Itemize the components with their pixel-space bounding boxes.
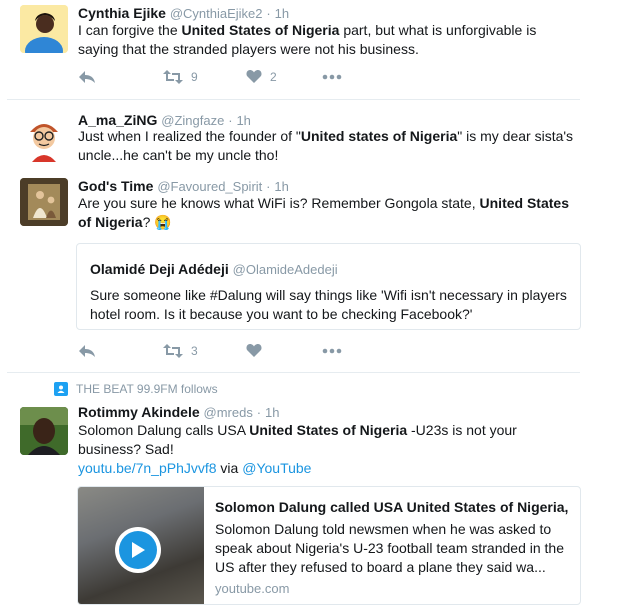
follows-icon bbox=[54, 382, 68, 396]
tweet-author-name[interactable]: Cynthia Ejike bbox=[78, 5, 166, 21]
tweet-text: Are you sure he knows what WiFi is? Reme… bbox=[78, 195, 569, 230]
tweet-timestamp[interactable]: 1h bbox=[236, 113, 250, 128]
like-icon bbox=[246, 70, 262, 83]
retweet-button[interactable]: 3 bbox=[163, 343, 198, 359]
like-button[interactable] bbox=[246, 343, 262, 358]
tweet-text: Just when I realized the founder of "Uni… bbox=[78, 128, 574, 163]
reply-icon bbox=[79, 345, 95, 357]
more-icon bbox=[322, 348, 342, 354]
link-card[interactable]: Solomon Dalung called USA United States … bbox=[77, 486, 581, 605]
separator-dot: · bbox=[228, 113, 233, 128]
avatar-zingfaze[interactable] bbox=[20, 114, 68, 162]
via-youtube-link[interactable]: @YouTube bbox=[242, 460, 311, 476]
card-domain: youtube.com bbox=[215, 581, 290, 596]
tweet-author-handle[interactable]: @mreds bbox=[204, 405, 253, 420]
retweet-count: 3 bbox=[191, 344, 198, 358]
reply-icon bbox=[79, 71, 95, 83]
avatar-favoured-spirit[interactable] bbox=[20, 178, 68, 226]
tweet-timestamp[interactable]: 1h bbox=[274, 179, 288, 194]
reply-button[interactable] bbox=[78, 69, 96, 85]
avatar-cynthia[interactable] bbox=[20, 5, 68, 53]
separator-dot: · bbox=[266, 6, 271, 21]
follows-context: THE BEAT 99.9FM follows bbox=[54, 382, 218, 396]
separator-dot: · bbox=[256, 405, 262, 420]
more-button[interactable] bbox=[322, 74, 342, 80]
tweet-author-handle[interactable]: @Favoured_Spirit bbox=[157, 179, 262, 194]
tweet-timestamp[interactable]: 1h bbox=[265, 405, 279, 420]
tweet-author-handle[interactable]: @Zingfaze bbox=[161, 113, 224, 128]
quoted-tweet[interactable]: Olamidé Deji Adédeji @OlamideAdedeji Sur… bbox=[76, 243, 581, 330]
follows-text[interactable]: THE BEAT 99.9FM follows bbox=[76, 382, 218, 396]
play-button[interactable] bbox=[115, 527, 161, 573]
retweet-button[interactable]: 9 bbox=[163, 69, 198, 85]
more-button[interactable] bbox=[322, 348, 342, 354]
tweet-author-name[interactable]: God's Time bbox=[78, 178, 153, 194]
tweet-author-name[interactable]: Rotimmy Akindele bbox=[78, 404, 200, 420]
retweet-icon bbox=[163, 344, 183, 358]
quoted-author-name: Olamidé Deji Adédeji bbox=[90, 261, 229, 277]
quoted-tweet-text: Sure someone like #Dalung will say thing… bbox=[90, 287, 567, 322]
retweet-count: 9 bbox=[191, 70, 198, 84]
tweet-actions: 9 2 bbox=[78, 68, 378, 88]
like-count: 2 bbox=[270, 69, 277, 84]
retweet-icon bbox=[163, 70, 183, 84]
tweet-divider bbox=[7, 99, 580, 100]
play-icon bbox=[132, 542, 145, 558]
tweet-text: I can forgive the United States of Niger… bbox=[78, 22, 537, 57]
card-thumbnail[interactable] bbox=[78, 487, 204, 604]
quoted-author-handle: @OlamideAdedeji bbox=[232, 262, 338, 277]
like-button[interactable]: 2 bbox=[246, 69, 277, 84]
tweet-text: Solomon Dalung calls USA United States o… bbox=[78, 422, 517, 476]
tweet-divider bbox=[7, 372, 580, 373]
like-icon bbox=[246, 344, 262, 357]
more-icon bbox=[322, 74, 342, 80]
avatar-mreds[interactable] bbox=[20, 407, 68, 455]
tweet-actions: 3 bbox=[78, 342, 378, 362]
tweet-author-name[interactable]: A_ma_ZiNG bbox=[78, 112, 157, 128]
card-title: Solomon Dalung called USA United States … bbox=[215, 499, 569, 515]
tweet-timestamp[interactable]: 1h bbox=[275, 6, 289, 21]
separator-dot: · bbox=[266, 179, 271, 194]
card-description: Solomon Dalung told newsmen when he was … bbox=[215, 521, 564, 575]
tweet-author-handle[interactable]: @CynthiaEjike2 bbox=[170, 6, 263, 21]
tweet-link[interactable]: youtu.be/7n_pPhJvvf8 bbox=[78, 460, 217, 476]
reply-button[interactable] bbox=[78, 343, 96, 359]
